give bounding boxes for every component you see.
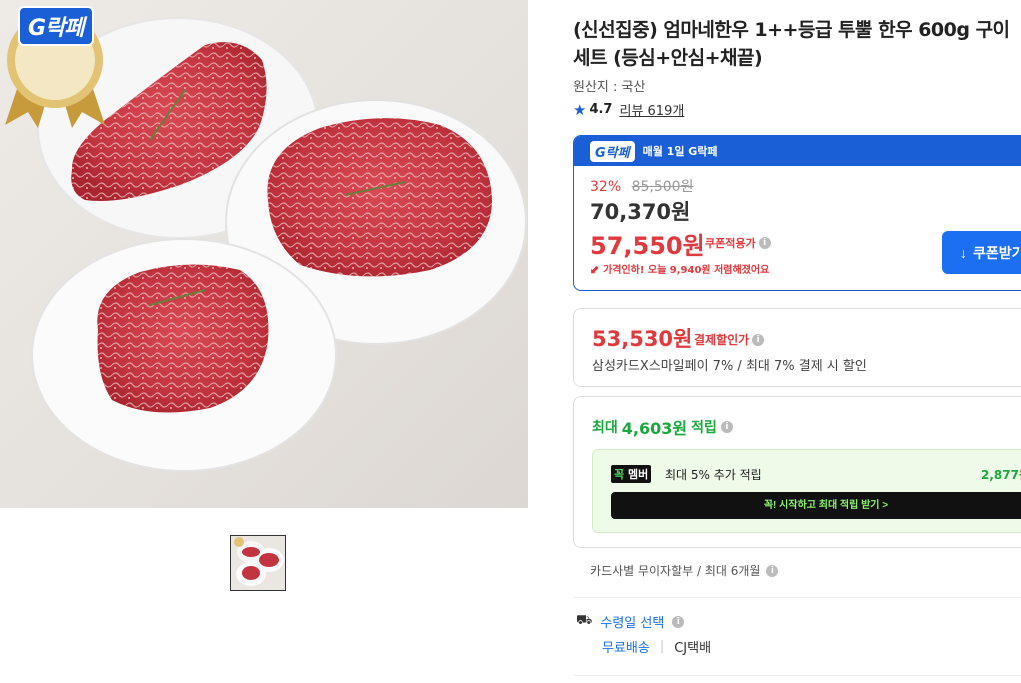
member-logo-mark: 꼭 xyxy=(614,468,625,481)
member-logo: 꼭 멤버 xyxy=(611,465,652,483)
g-festival-badge: G락페 xyxy=(18,6,94,46)
rating-score: 4.7 xyxy=(589,102,613,117)
installment-text: 카드사별 무이자할부 / 최대 6개월 xyxy=(590,564,761,578)
price-down-icon: ⬋ xyxy=(590,261,601,276)
member-logo-text: 멤버 xyxy=(627,468,649,481)
rating-row: ★ 4.7 리뷰 619개 xyxy=(573,100,684,120)
product-thumbnail[interactable] xyxy=(230,535,286,591)
reward-prefix: 최대 xyxy=(592,420,618,436)
card-discount-label: 결제할인가 xyxy=(694,333,750,347)
reward-box: 최대 4,603원 적립 i 꼭 멤버 최대 5% 추가 적립 2,877원 꼭… xyxy=(573,396,1021,548)
review-link[interactable]: 리뷰 619개 xyxy=(619,100,684,119)
price-drop-text: 가격인하! 오늘 9,940원 저렴해졌어요 xyxy=(603,265,770,276)
info-icon[interactable]: i xyxy=(766,564,779,577)
member-reward-box: 꼭 멤버 최대 5% 추가 적립 2,877원 꼭! 시작하고 최대 적립 받기… xyxy=(592,449,1021,533)
card-discount-desc: 삼성카드X스마일페이 7% / 최대 7% 결제 시 할인 xyxy=(592,359,867,374)
thumbnail-photo xyxy=(234,537,284,586)
card-discount-label-row: 결제할인가 i xyxy=(694,331,765,348)
coupon-price: 57,550원 xyxy=(590,232,705,260)
g-festival-logo: G락페 xyxy=(590,140,635,162)
coupon-button-label: 쿠폰받기 xyxy=(973,244,1021,261)
info-icon[interactable]: i xyxy=(672,615,685,628)
truck-icon: ⛟ xyxy=(576,613,593,628)
shipping-row: ⛟ 수령일 선택 i xyxy=(576,612,685,631)
shipping-details: 무료배송 | CJ택배 xyxy=(602,637,711,656)
coupon-label-row: 쿠폰적용가 i xyxy=(705,235,771,251)
original-price: 85,500원 xyxy=(631,179,694,195)
member-start-button[interactable]: 꼭! 시작하고 최대 적립 받기 > xyxy=(611,492,1021,519)
origin-text: 원산지 : 국산 xyxy=(573,80,646,95)
download-icon: ↓ xyxy=(960,244,967,261)
product-image: G락페 xyxy=(0,0,528,508)
discount-percent: 32% xyxy=(590,179,622,195)
reward-suffix: 적립 xyxy=(691,420,717,436)
get-coupon-button[interactable]: ↓ 쿠폰받기 xyxy=(942,231,1021,274)
product-title: (신선집중) 엄마네한우 1++등급 투뿔 한우 600g 구이 세트 (등심+… xyxy=(573,19,1010,69)
coupon-label: 쿠폰적용가 xyxy=(705,237,756,250)
divider xyxy=(573,675,1021,676)
reward-title: 최대 4,603원 적립 i xyxy=(592,415,733,439)
carrier-label: CJ택배 xyxy=(674,641,712,656)
info-icon[interactable]: i xyxy=(758,237,771,249)
member-reward-text: 최대 5% 추가 적립 xyxy=(665,468,762,482)
card-discount-price: 53,530원 xyxy=(592,327,693,351)
price-drop-note: ⬋ 가격인하! 오늘 9,940원 저렴해졌어요 xyxy=(590,261,770,277)
card-discount-box: 53,530원 결제할인가 i 삼성카드X스마일페이 7% / 최대 7% 결제… xyxy=(573,308,1021,387)
discount-row: 32% 85,500원 xyxy=(590,176,693,196)
delivery-date-select[interactable]: 수령일 선택 xyxy=(600,612,664,631)
installment-row: 카드사별 무이자할부 / 최대 6개월 i xyxy=(590,562,779,579)
reward-amount: 4,603원 xyxy=(621,419,688,438)
separator: | xyxy=(659,639,665,654)
info-icon[interactable]: i xyxy=(752,333,765,346)
divider xyxy=(573,597,1021,598)
star-icon: ★ xyxy=(573,100,587,119)
deal-header: G락페 매월 1일 G락페 xyxy=(574,136,1021,166)
free-shipping-label: 무료배송 xyxy=(602,641,650,656)
sale-price: 70,370원 xyxy=(590,200,691,224)
deal-header-text: 매월 1일 G락페 xyxy=(642,145,718,158)
member-reward-amount: 2,877원 xyxy=(981,468,1021,482)
info-icon[interactable]: i xyxy=(720,421,733,433)
